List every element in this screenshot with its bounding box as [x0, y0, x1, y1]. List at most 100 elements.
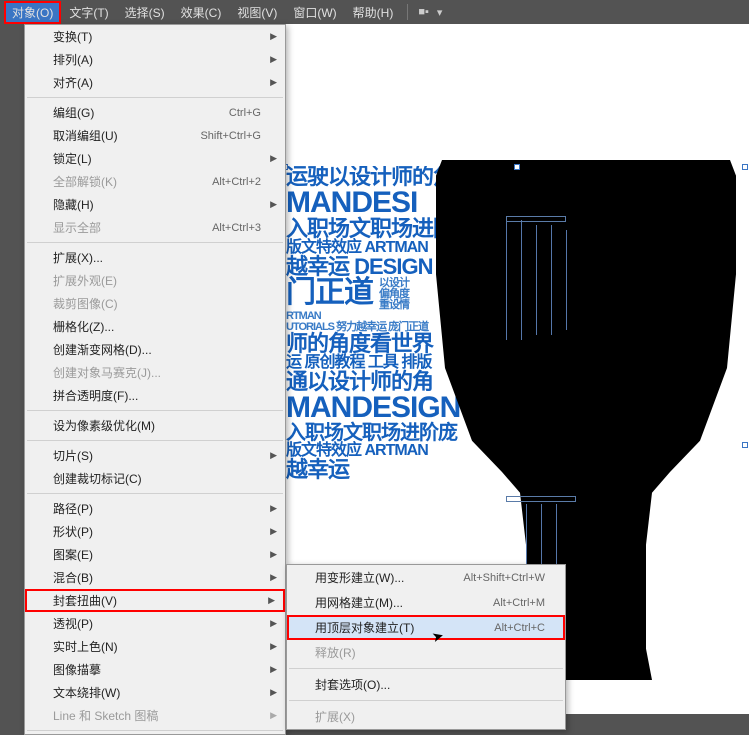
menu-object[interactable]: 对象(O): [4, 1, 61, 24]
menu-label: 路径(P): [53, 500, 93, 517]
menu-label: 排列(A): [53, 51, 93, 68]
menu-effect[interactable]: 效果(C): [173, 1, 230, 24]
menu-label: 变换(T): [53, 28, 92, 45]
menu-item-[interactable]: 图像描摹 ▶: [25, 658, 285, 681]
chevron-right-icon: ▶: [268, 595, 275, 606]
chevron-right-icon: ▶: [270, 526, 277, 537]
menu-type[interactable]: 文字(T): [61, 1, 116, 24]
menu-separator: [27, 730, 283, 731]
menu-label: 编组(G): [53, 104, 94, 121]
control-bar-icon[interactable]: ■▪: [414, 6, 433, 18]
menu-item-p[interactable]: 形状(P) ▶: [25, 520, 285, 543]
menu-separator: [289, 668, 563, 669]
menu-label: 显示全部: [53, 219, 101, 236]
submenu-item-m[interactable]: 用网格建立(M)...Alt+Ctrl+M: [287, 590, 565, 615]
menu-label: 用网格建立(M)...: [315, 594, 403, 611]
menu-item-x[interactable]: 扩展(X)...: [25, 246, 285, 269]
chevron-right-icon: ▶: [270, 618, 277, 629]
menu-item-d[interactable]: 创建渐变网格(D)...: [25, 338, 285, 361]
menu-separator: [27, 97, 283, 98]
chevron-right-icon: ▶: [270, 664, 277, 675]
menu-item-w[interactable]: 文本绕排(W)▶: [25, 681, 285, 704]
menu-separator: [289, 700, 563, 701]
menu-select[interactable]: 选择(S): [117, 1, 173, 24]
chevron-right-icon: ▶: [270, 549, 277, 560]
selection-handle[interactable]: [742, 442, 748, 448]
chevron-right-icon: ▶: [270, 450, 277, 461]
shortcut-label: Alt+Ctrl+3: [212, 222, 261, 234]
menu-label: 混合(B): [53, 569, 93, 586]
selection-handle[interactable]: [286, 164, 288, 170]
menu-item-m[interactable]: 设为像素级优化(M): [25, 414, 285, 437]
menu-item-c[interactable]: 创建裁切标记(C): [25, 467, 285, 490]
submenu-item-t[interactable]: 用顶层对象建立(T) Alt+Ctrl+C: [287, 615, 565, 640]
menu-separator: [27, 242, 283, 243]
chevron-right-icon: ▶: [270, 572, 277, 583]
menu-item-u[interactable]: 取消编组(U) Shift+Ctrl+G: [25, 124, 285, 147]
menu-window[interactable]: 窗口(W): [285, 1, 344, 24]
separator: [407, 4, 408, 20]
menu-item-b[interactable]: 混合(B) ▶: [25, 566, 285, 589]
control-dropdown-icon[interactable]: ▾: [433, 6, 447, 19]
chevron-right-icon: ▶: [270, 503, 277, 514]
menu-item-n[interactable]: 实时上色(N)▶: [25, 635, 285, 658]
menu-label: 用变形建立(W)...: [315, 569, 404, 586]
menu-label: 锁定(L): [53, 150, 92, 167]
selection-handle[interactable]: [514, 164, 520, 170]
menu-item-s[interactable]: 切片(S)▶: [25, 444, 285, 467]
shortcut-label: Alt+Ctrl+C: [494, 622, 545, 634]
menu-item-t[interactable]: 变换(T)▶: [25, 25, 285, 48]
menu-help[interactable]: 帮助(H): [345, 1, 402, 24]
menu-label: 实时上色(N): [53, 638, 118, 655]
menu-item-k: 全部解锁(K)Alt+Ctrl+2: [25, 170, 285, 193]
menu-item-f[interactable]: 拼合透明度(F)...: [25, 384, 285, 407]
menu-label: 对齐(A): [53, 74, 93, 91]
menu-item-a[interactable]: 对齐(A)▶: [25, 71, 285, 94]
menu-separator: [27, 410, 283, 411]
shortcut-label: Shift+Ctrl+G: [200, 130, 261, 142]
menu-separator: [27, 493, 283, 494]
menu-label: Line 和 Sketch 图稿: [53, 707, 158, 724]
menu-item-p[interactable]: 路径(P) ▶: [25, 497, 285, 520]
menu-item-a[interactable]: 排列(A)▶: [25, 48, 285, 71]
shortcut-label: Alt+Shift+Ctrl+W: [463, 572, 545, 584]
menu-label: 形状(P): [53, 523, 93, 540]
menu-label: 创建裁切标记(C): [53, 470, 142, 487]
text-row: 重设情: [379, 300, 409, 311]
menu-item-e: 扩展外观(E): [25, 269, 285, 292]
menu-item-linesketch: Line 和 Sketch 图稿 ▶: [25, 704, 285, 727]
envelope-distort-submenu: 用变形建立(W)...Alt+Shift+Ctrl+W用网格建立(M)...Al…: [286, 564, 566, 730]
text-row: 越幸运 DESIGN: [286, 256, 432, 278]
menu-label: 裁剪图像(C): [53, 295, 118, 312]
chevron-right-icon: ▶: [270, 153, 277, 164]
menu-label: 全部解锁(K): [53, 173, 117, 190]
menu-item-g[interactable]: 编组(G)Ctrl+G: [25, 101, 285, 124]
menu-item-j: 创建对象马赛克(J)...: [25, 361, 285, 384]
menu-label: 创建对象马赛克(J)...: [53, 364, 161, 381]
menu-item-h[interactable]: 隐藏(H) ▶: [25, 193, 285, 216]
object-dropdown: 变换(T)▶排列(A)▶对齐(A)▶编组(G)Ctrl+G取消编组(U)Shif…: [24, 24, 286, 735]
menu-label: 图像描摹: [53, 661, 101, 678]
selection-handle[interactable]: [742, 164, 748, 170]
chevron-right-icon: ▶: [270, 710, 277, 721]
menu-item-z[interactable]: 栅格化(Z)...: [25, 315, 285, 338]
text-row: 门正道: [286, 278, 373, 311]
menu-label: 隐藏(H): [53, 196, 94, 213]
submenu-item-o[interactable]: 封套选项(O)...: [287, 672, 565, 697]
menu-label: 取消编组(U): [53, 127, 118, 144]
menu-label: 用顶层对象建立(T): [315, 619, 414, 636]
menu-item-e[interactable]: 图案(E) ▶: [25, 543, 285, 566]
chevron-right-icon: ▶: [270, 687, 277, 698]
chevron-right-icon: ▶: [270, 199, 277, 210]
menu-item-v[interactable]: 封套扭曲(V) ▶: [25, 589, 285, 612]
menu-label: 透视(P): [53, 615, 93, 632]
menu-item-p[interactable]: 透视(P) ▶: [25, 612, 285, 635]
menu-label: 封套扭曲(V): [53, 592, 117, 609]
submenu-item-w[interactable]: 用变形建立(W)... Alt+Shift+Ctrl+W: [287, 565, 565, 590]
menu-item-c: 裁剪图像(C): [25, 292, 285, 315]
submenu-item-x: 扩展(X): [287, 704, 565, 729]
menu-view[interactable]: 视图(V): [229, 1, 285, 24]
menubar: 对象(O) 文字(T) 选择(S) 效果(C) 视图(V) 窗口(W) 帮助(H…: [0, 0, 749, 24]
menu-item-l[interactable]: 锁定(L) ▶: [25, 147, 285, 170]
menu-label: 图案(E): [53, 546, 93, 563]
